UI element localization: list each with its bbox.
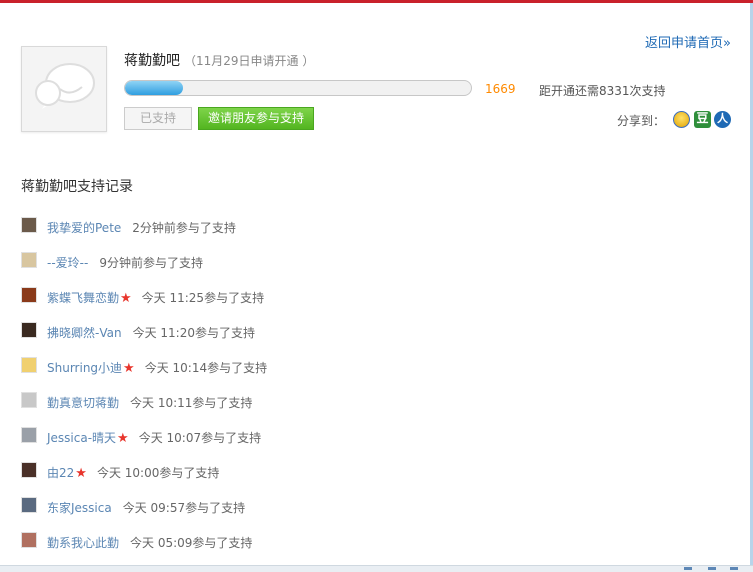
user-avatar[interactable] [21,252,37,268]
user-name-link[interactable]: 紫蝶飞舞恋勤 [47,291,119,305]
remaining-support-text: 距开通还需8331次支持 [539,84,666,98]
support-time: 今天 10:07参与了支持 [138,431,262,445]
bar-avatar [21,46,107,132]
window-bottom-bar [0,565,753,572]
support-time: 2分钟前参与了支持 [132,221,236,235]
user-avatar[interactable] [21,532,37,548]
user-avatar[interactable] [21,287,37,303]
user-avatar[interactable] [21,462,37,478]
user-name-link[interactable]: Shurring小迪 [47,361,122,375]
support-time: 9分钟前参与了支持 [99,256,203,270]
bottom-marker [684,567,692,570]
back-to-apply-home-link[interactable]: 返回申请首页» [645,32,731,51]
user-avatar[interactable] [21,217,37,233]
user-name-link[interactable]: 由22 [47,466,74,480]
user-avatar[interactable] [21,497,37,513]
support-time: 今天 09:57参与了支持 [122,501,246,515]
support-time: 今天 10:11参与了支持 [130,396,253,410]
user-name-link[interactable]: 勤系我心此勤 [47,536,119,550]
user-avatar[interactable] [21,427,37,443]
support-time: 今天 11:20参与了支持 [132,326,255,340]
support-progress-bar [124,80,472,96]
page-title: 蒋勤勤吧 （11月29日申请开通 ） [124,50,314,70]
apply-note: （11月29日申请开通 ） [184,54,315,68]
user-avatar[interactable] [21,357,37,373]
user-name-link[interactable]: --爱玲-- [47,256,88,270]
user-avatar[interactable] [21,322,37,338]
star-badge-icon: ★ [75,466,87,481]
records-title: 蒋勤勤吧支持记录 [21,179,133,195]
support-time: 今天 10:00参与了支持 [96,466,220,480]
star-badge-icon: ★ [120,291,132,306]
support-time: 今天 10:14参与了支持 [144,361,268,375]
user-name-link[interactable]: 我挚爱的Pete [47,221,121,235]
star-badge-icon: ★ [117,431,129,446]
user-name-link[interactable]: 拂晓卿然-Van [47,326,122,340]
support-time: 今天 11:25参与了支持 [141,291,265,305]
speech-bubble-placeholder-icon [35,63,95,109]
user-avatar[interactable] [21,392,37,408]
bottom-marker [708,567,716,570]
user-name-link[interactable]: 东家Jessica [47,501,112,515]
top-accent-bar [0,0,753,3]
share-label: 分享到： [617,114,666,128]
invite-friends-button[interactable]: 邀请朋友参与支持 [198,107,314,130]
user-name-link[interactable]: Jessica-晴天 [47,431,116,445]
star-badge-icon: ★ [123,361,135,376]
supported-button[interactable]: 已支持 [124,107,192,130]
user-name-link[interactable]: 勤真意切蒋勤 [47,396,119,410]
bar-name: 蒋勤勤吧 [124,53,180,69]
qzone-icon[interactable] [673,111,690,128]
bottom-marker [730,567,738,570]
support-count: 1669 [485,82,516,96]
support-progress-fill [125,81,183,95]
renren-icon[interactable]: 人 [714,111,731,128]
support-time: 今天 05:09参与了支持 [130,536,253,550]
douban-icon[interactable]: 豆 [694,111,711,128]
